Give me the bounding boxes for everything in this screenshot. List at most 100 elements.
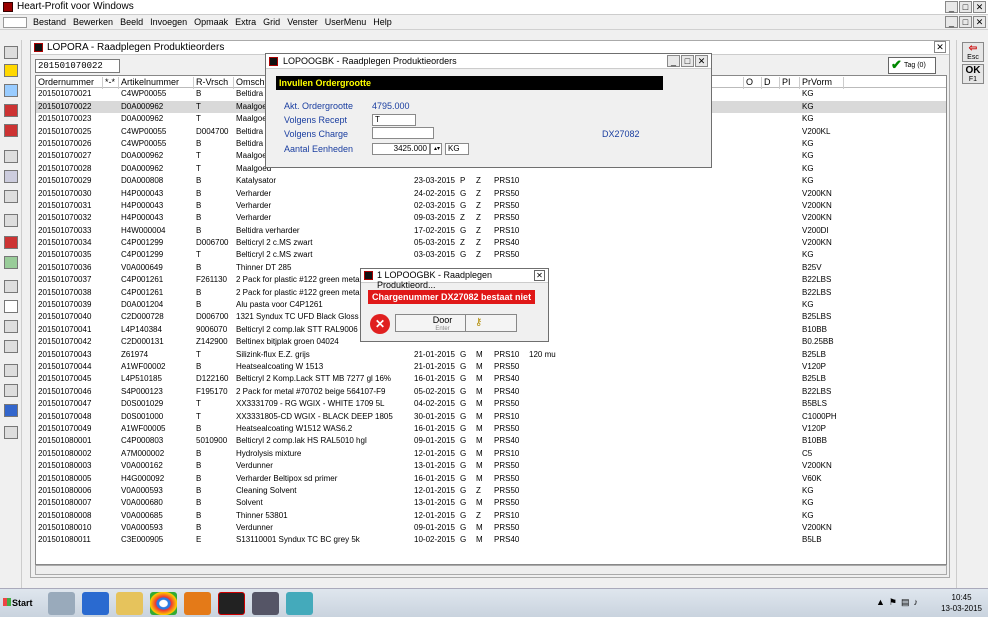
clock[interactable]: 10:45 13-03-2015: [941, 592, 982, 614]
menu-opmaak[interactable]: Opmaak: [194, 17, 228, 27]
taskbar-explorer-icon[interactable]: [116, 592, 143, 615]
toolbar-list-icon[interactable]: [4, 190, 18, 203]
paste-icon[interactable]: [4, 340, 18, 353]
maximize-button[interactable]: □: [959, 1, 972, 13]
toolbar-report-icon[interactable]: [4, 236, 18, 249]
table-row[interactable]: 201501070047 D0S001029 T XX3331709 - RG WGI…: [36, 398, 946, 410]
error-dialog: 1 LOPOOGBK - Raadplegen Produktieord... …: [360, 268, 549, 342]
ok-button[interactable]: OK F1: [962, 64, 984, 84]
copy-icon[interactable]: [4, 320, 18, 333]
tray-network-icon[interactable]: ▤: [901, 597, 910, 608]
column-header[interactable]: O: [744, 77, 762, 89]
volgens-charge-input[interactable]: [372, 127, 434, 139]
column-header[interactable]: R-Vrsch: [194, 77, 234, 89]
menu-help[interactable]: Help: [373, 17, 392, 27]
table-row[interactable]: 201501070044 A1WF00002 B Heatsealcoating W …: [36, 361, 946, 373]
orders-window-close[interactable]: ✕: [934, 41, 946, 53]
scissors-icon[interactable]: [4, 300, 18, 313]
menu-venster[interactable]: Venster: [287, 17, 318, 27]
table-row[interactable]: 201501070033 H4W000004 B Beltidra verharder…: [36, 225, 946, 237]
table-row[interactable]: 201501080003 V0A000162 B Verdunner 13-01-201…: [36, 460, 946, 472]
table-row[interactable]: 201501070029 D0A000808 B Katalysator 23-03-2…: [36, 175, 946, 187]
error-dialog-close[interactable]: ✕: [534, 270, 545, 281]
dialog-maximize-button[interactable]: □: [681, 55, 694, 67]
table-row[interactable]: 201501080011 C3E000905 E S13110001 Syndux T…: [36, 534, 946, 546]
table-row[interactable]: 201501070034 C4P001299 D006700 Belticryl 2 …: [36, 237, 946, 249]
tray-flag-icon[interactable]: ⚑: [889, 597, 897, 608]
volgens-recept-input[interactable]: T: [372, 114, 416, 126]
table-row[interactable]: 201501070032 H4P000043 B Verharder 09-03-201…: [36, 212, 946, 224]
table-row[interactable]: 201501070045 L4P510185 D122160 Belticryl 2 …: [36, 373, 946, 385]
toolbar-chart-icon[interactable]: [4, 256, 18, 269]
table-row[interactable]: 201501080010 V0A000593 B Verdunner 09-01-201…: [36, 522, 946, 534]
mdi-close-button[interactable]: ✕: [973, 16, 986, 28]
quantity-spinner[interactable]: ▴▾: [430, 143, 442, 155]
table-row[interactable]: 201501070030 H4P000043 B Verharder 24-02-201…: [36, 188, 946, 200]
column-header[interactable]: Ordernummer: [36, 77, 103, 89]
column-header[interactable]: D: [762, 77, 780, 89]
taskbar-heartprofit-icon[interactable]: [218, 592, 245, 615]
table-row[interactable]: 201501070043 Z61974 T Silizink-flux E.Z. gr…: [36, 349, 946, 361]
taskbar-app-triangle-icon[interactable]: [252, 592, 279, 615]
menu-grid[interactable]: Grid: [263, 17, 280, 27]
toolbar-form-icon[interactable]: [4, 280, 18, 293]
horizontal-scrollbar[interactable]: [35, 565, 947, 575]
table-row[interactable]: 201501080005 H4G000092 B Verharder Beltipox…: [36, 473, 946, 485]
toolbar-doc-icon[interactable]: [4, 214, 18, 227]
help-key-icon[interactable]: ⚷: [465, 314, 517, 332]
dialog-close-button[interactable]: ✕: [695, 55, 708, 67]
table-row[interactable]: 201501080002 A7M000002 B Hydrolysis mixture…: [36, 448, 946, 460]
column-header[interactable]: PI: [780, 77, 800, 89]
table-row[interactable]: 201501070046 S4P000123 F195170 2 Pack for m…: [36, 386, 946, 398]
start-button[interactable]: Start: [2, 594, 36, 612]
menu-beeld[interactable]: Beeld: [120, 17, 143, 27]
table-row[interactable]: 201501080007 V0A000680 B Solvent 13-01-2015 G…: [36, 497, 946, 509]
menu-invoegen[interactable]: Invoegen: [150, 17, 187, 27]
mdi-restore-button[interactable]: □: [959, 16, 972, 28]
aantal-eenheden-input[interactable]: 3425.000: [372, 143, 430, 155]
column-header[interactable]: PrVorm: [800, 77, 844, 89]
toolbar-print-icon[interactable]: [4, 150, 18, 163]
table-row[interactable]: 201501080006 V0A000593 B Cleaning Solvent 12…: [36, 485, 946, 497]
mdi-icon[interactable]: [3, 17, 27, 28]
tag-button[interactable]: ✔ Tag (0): [888, 57, 936, 74]
taskbar-app-triangle2-icon[interactable]: [286, 592, 313, 615]
dialog-minimize-button[interactable]: _: [667, 55, 680, 67]
close-button[interactable]: ✕: [973, 1, 986, 13]
toolbar-window2-icon[interactable]: [4, 384, 18, 397]
charge-code: DX27082: [602, 129, 640, 139]
toolbar-record-icon[interactable]: [4, 104, 18, 117]
toolbar-font-icon[interactable]: [4, 84, 18, 97]
escape-button[interactable]: ⇦ Esc: [962, 42, 984, 62]
taskbar-server-icon[interactable]: [48, 592, 75, 615]
menu-bewerken[interactable]: Bewerken: [73, 17, 113, 27]
minimize-button[interactable]: _: [945, 1, 958, 13]
table-row[interactable]: 201501070031 H4P000043 B Verharder 02-03-201…: [36, 200, 946, 212]
taskbar-outlook-icon[interactable]: [184, 592, 211, 615]
table-cell: 201501070044: [38, 361, 92, 371]
tray-arrow-icon[interactable]: ▲: [876, 597, 885, 608]
unit-select[interactable]: KG: [445, 143, 469, 155]
table-row[interactable]: 201501070049 A1WF00005 B Heatsealcoating W1…: [36, 423, 946, 435]
toolbar-key-icon[interactable]: [4, 64, 18, 77]
toolbar-table-icon[interactable]: [4, 170, 18, 183]
toolbar-key-red-icon[interactable]: [4, 124, 18, 137]
toolbar-window-icon[interactable]: [4, 364, 18, 377]
toolbar-image-icon[interactable]: [4, 426, 18, 439]
table-row[interactable]: 201501070048 D0S001000 T XX3331805-CD WGIX …: [36, 411, 946, 423]
menu-extra[interactable]: Extra: [235, 17, 256, 27]
table-row[interactable]: 201501080008 V0A000685 B Thinner 53801 12-01…: [36, 510, 946, 522]
tray-volume-icon[interactable]: ♪: [914, 597, 919, 608]
toolbar-grid-icon[interactable]: [4, 46, 18, 59]
order-search-input[interactable]: 201501070022: [35, 59, 120, 73]
menu-bestand[interactable]: Bestand: [33, 17, 66, 27]
column-header[interactable]: *-*: [103, 77, 119, 89]
menu-usermenu[interactable]: UserMenu: [325, 17, 367, 27]
table-row[interactable]: 201501070035 C4P001299 T Belticryl 2 c.MS z…: [36, 249, 946, 261]
table-row[interactable]: 201501080001 C4P000803 5010900 Belticryl 2 …: [36, 435, 946, 447]
toolbar-exchange-icon[interactable]: [4, 404, 18, 417]
taskbar-chrome-icon[interactable]: [150, 592, 177, 615]
column-header[interactable]: Artikelnummer: [119, 77, 194, 89]
taskbar-powershell-icon[interactable]: [82, 592, 109, 615]
mdi-minimize-button[interactable]: _: [945, 16, 958, 28]
